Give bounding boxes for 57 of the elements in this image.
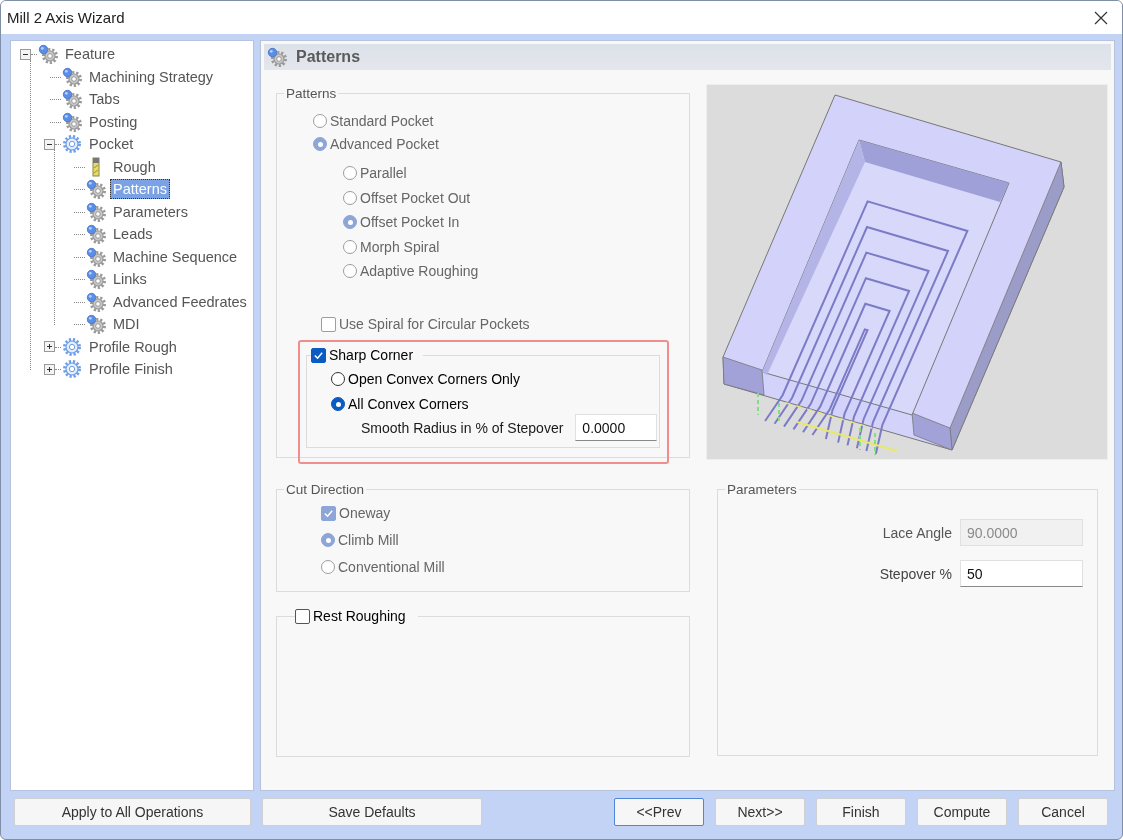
tree-item[interactable]: Profile Rough: [86, 336, 180, 357]
gear-icon: [61, 133, 83, 156]
gear-icon: [85, 200, 107, 223]
gear-icon: [85, 290, 107, 313]
gear-icon: [85, 313, 107, 336]
plus-icon: [45, 342, 54, 352]
group-title: Patterns: [286, 86, 337, 101]
checkbox-option[interactable]: Rest Roughing: [295, 608, 406, 624]
close-icon: [1094, 10, 1108, 25]
collapse-toggle[interactable]: [44, 138, 55, 150]
gear-icon: [37, 43, 59, 66]
tree-item[interactable]: MDI: [110, 314, 143, 335]
input-field[interactable]: 50: [960, 560, 1083, 587]
gear-icon: [266, 46, 288, 68]
nav-button[interactable]: Compute: [917, 798, 1007, 826]
field-label: Lace Angle: [882, 524, 952, 541]
nav-button[interactable]: Cancel: [1018, 798, 1108, 826]
tree-item[interactable]: Feature: [62, 44, 118, 65]
gear-icon: [61, 358, 83, 381]
tree-item[interactable]: Rough: [110, 156, 159, 177]
tree-item[interactable]: Advanced Feedrates: [110, 291, 250, 312]
tree-item[interactable]: Links: [110, 269, 150, 290]
gear-icon: [85, 223, 107, 246]
tree-item[interactable]: Machine Sequence: [110, 246, 241, 267]
nav-button[interactable]: Next>>: [715, 798, 805, 826]
radio-option[interactable]: All Convex Corners: [331, 396, 469, 412]
plus-icon: [45, 364, 54, 374]
gear-icon: [61, 335, 83, 358]
tree-item[interactable]: Machining Strategy: [86, 66, 217, 87]
gear-icon: [85, 245, 107, 268]
field-label: Stepover %: [879, 565, 952, 582]
group-title: Parameters: [727, 482, 797, 497]
tree-item[interactable]: Pocket: [86, 134, 137, 155]
action-button[interactable]: Save Defaults: [262, 798, 482, 826]
expand-toggle[interactable]: [44, 341, 55, 353]
tree-item[interactable]: Parameters: [110, 201, 191, 222]
gear-icon: [61, 110, 83, 133]
input-field[interactable]: 0.0000: [575, 414, 658, 441]
tree-item[interactable]: Posting: [86, 111, 141, 132]
action-button[interactable]: Apply to All Operations: [14, 798, 251, 826]
radio-option[interactable]: Open Convex Corners Only: [331, 371, 520, 387]
expand-toggle[interactable]: [44, 363, 55, 375]
page-title: Patterns: [296, 48, 361, 66]
group-title: Cut Direction: [286, 482, 365, 497]
collapse-toggle[interactable]: [20, 48, 31, 60]
window-title: Mill 2 Axis Wizard: [7, 9, 125, 26]
gear-icon: [61, 88, 83, 111]
field-label: Smooth Radius in % of Stepover: [361, 419, 564, 436]
gear-icon: [85, 178, 107, 201]
tree-item[interactable]: Tabs: [86, 89, 123, 110]
nav-button[interactable]: <<Prev: [614, 798, 704, 826]
checkbox-option[interactable]: Sharp Corner: [311, 347, 414, 363]
nav-button[interactable]: Finish: [816, 798, 906, 826]
tree-item[interactable]: Leads: [110, 224, 156, 245]
gear-icon: [61, 65, 83, 88]
tree-item[interactable]: Profile Finish: [86, 359, 176, 380]
gear-icon: [85, 268, 107, 291]
